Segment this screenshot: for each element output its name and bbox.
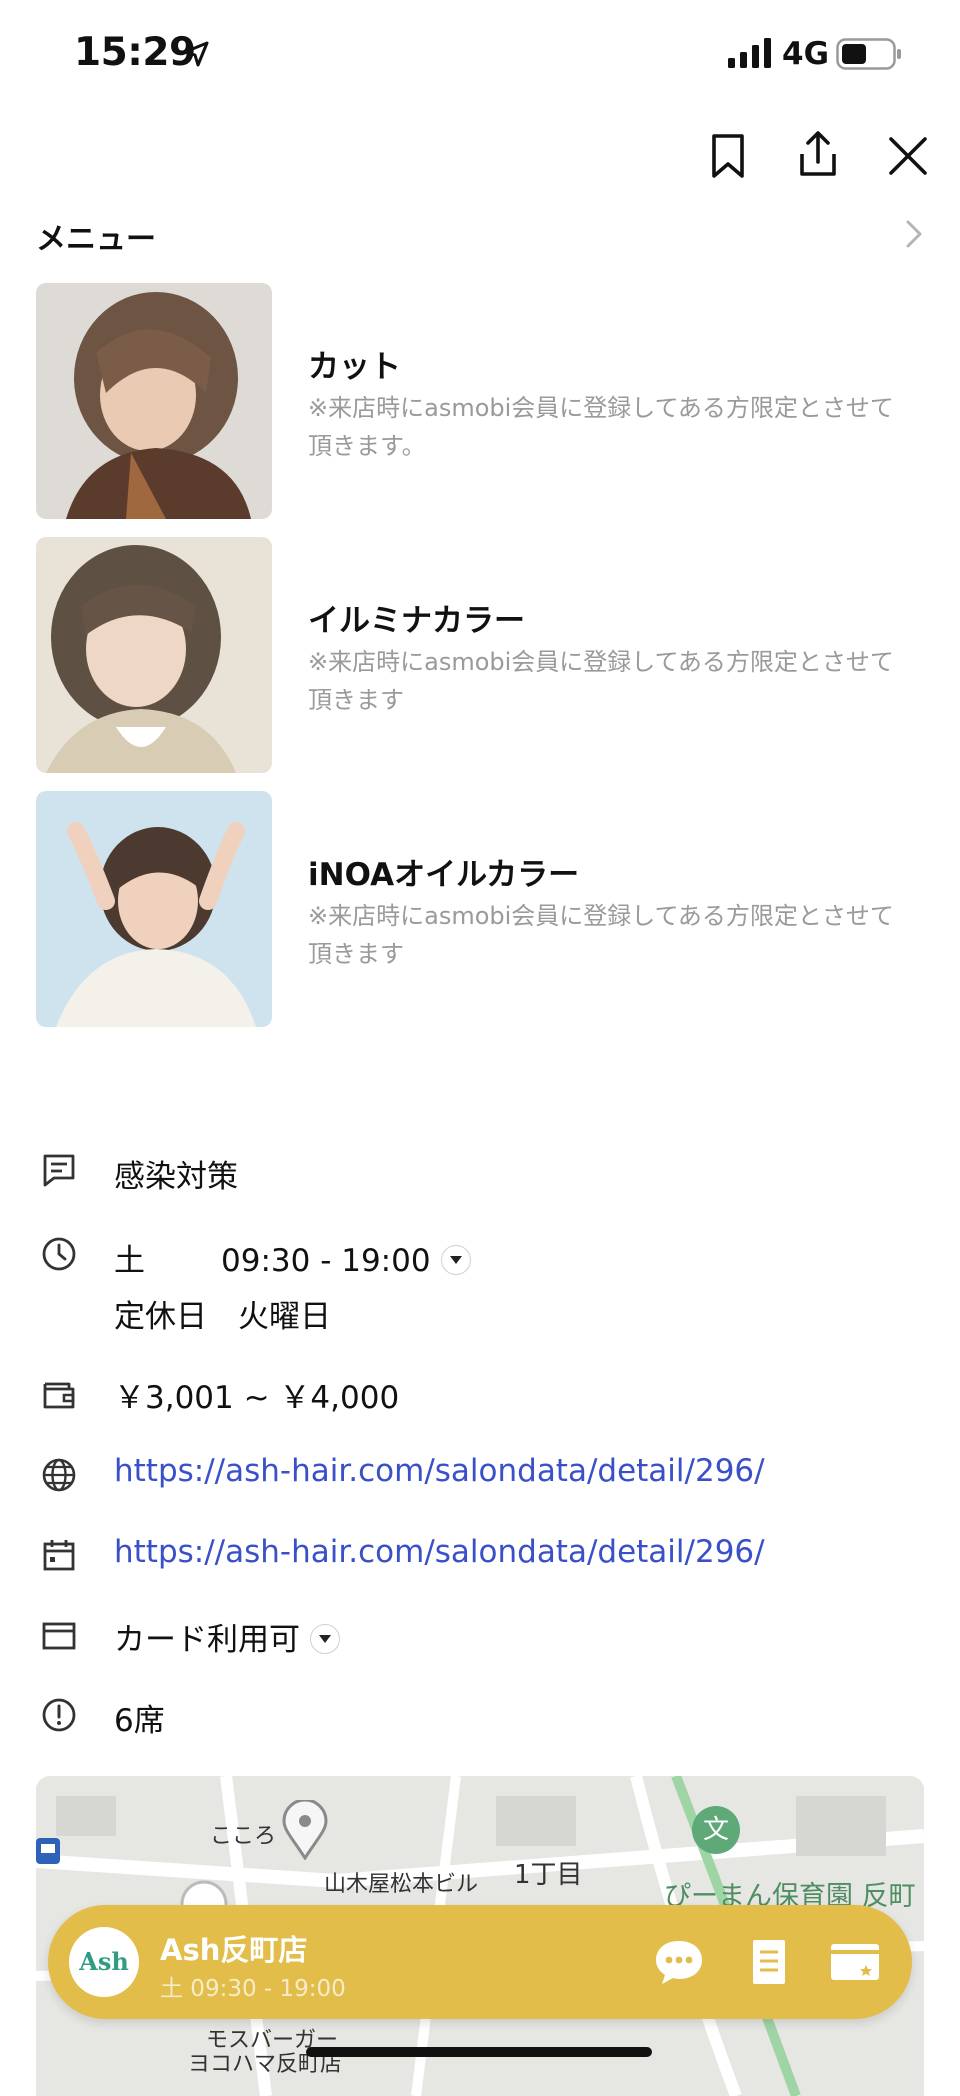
menu-item-description: ※来店時にasmobi会員に登録してある方限定とさせて頂きます xyxy=(308,648,894,714)
menu-item-name: カット xyxy=(308,349,401,385)
infection-control-text: 感染対策 xyxy=(114,1159,238,1195)
shop-name: Ash反町店 xyxy=(160,1933,308,1967)
payment-line[interactable]: カード利用可 xyxy=(114,1614,340,1659)
shop-logo: Ash xyxy=(69,1927,139,1997)
credit-card-icon xyxy=(42,1622,76,1650)
menu-item-thumbnail xyxy=(36,283,272,519)
website-link[interactable]: https://ash-hair.com/salondata/detail/29… xyxy=(114,1453,765,1489)
menu-item-thumbnail xyxy=(36,537,272,773)
clock-icon xyxy=(42,1237,76,1271)
closed-day-text: 定休日 火曜日 xyxy=(114,1299,331,1335)
status-time: 15:29 xyxy=(74,30,196,75)
menu-item[interactable]: iNOAオイルカラー ※来店時にasmobi会員に登録してある方限定とさせて頂き… xyxy=(36,791,926,1027)
menu-item-description: ※来店時にasmobi会員に登録してある方限定とさせて頂きます xyxy=(308,902,894,968)
shop-logo-text: Ash xyxy=(79,1947,129,1976)
battery-icon xyxy=(836,38,901,70)
home-indicator xyxy=(306,2047,652,2057)
menu-section-title: メニュー xyxy=(36,222,156,257)
chat-icon[interactable] xyxy=(650,1933,708,1991)
alert-circle-icon xyxy=(42,1698,76,1732)
wallet-icon xyxy=(43,1382,75,1409)
network-type: 4G xyxy=(782,36,830,72)
bus-stop-icon xyxy=(36,1838,60,1864)
menu-item-thumbnail xyxy=(36,791,272,1027)
shop-bar[interactable]: Ash Ash反町店 土 09:30 - 19:00 xyxy=(48,1905,912,2019)
menu-list-icon[interactable] xyxy=(740,1933,798,1991)
hours-line[interactable]: 土 09:30 - 19:00 xyxy=(114,1235,471,1280)
hours-day: 土 xyxy=(114,1243,145,1279)
calendar-icon xyxy=(43,1540,75,1571)
menu-item[interactable]: イルミナカラー ※来店時にasmobi会員に登録してある方限定とさせて頂きます xyxy=(36,537,926,773)
bookmark-icon[interactable] xyxy=(700,128,756,184)
menu-item[interactable]: カット ※来店時にasmobi会員に登録してある方限定とさせて頂きます。 xyxy=(36,283,926,519)
chevron-down-icon[interactable] xyxy=(440,1244,471,1275)
seats-text: 6席 xyxy=(114,1703,165,1739)
menu-item-name: iNOAオイルカラー xyxy=(308,857,580,893)
price-range-text: ￥3,001 ~ ￥4,000 xyxy=(114,1380,400,1416)
payment-text: カード利用可 xyxy=(114,1622,300,1658)
close-icon[interactable] xyxy=(880,128,936,184)
map-pin-icon[interactable] xyxy=(282,1800,328,1860)
message-square-icon xyxy=(43,1154,75,1187)
hours-time: 09:30 - 19:00 xyxy=(221,1243,431,1279)
menu-item-description: ※来店時にasmobi会員に登録してある方限定とさせて頂きます。 xyxy=(308,394,894,460)
globe-icon xyxy=(42,1458,76,1492)
map-label: 山木屋松本ビル xyxy=(324,1872,479,1897)
map-label: 1丁目 xyxy=(514,1860,583,1890)
location-arrow-icon xyxy=(183,41,209,67)
menu-item-name: イルミナカラー xyxy=(308,603,525,639)
share-icon[interactable] xyxy=(790,128,846,184)
signal-icon xyxy=(728,38,771,68)
chevron-right-icon[interactable] xyxy=(894,214,934,254)
chevron-down-icon[interactable] xyxy=(310,1623,340,1654)
school-icon: 文 xyxy=(692,1806,740,1854)
coupon-card-icon[interactable] xyxy=(826,1933,884,1991)
reservation-link[interactable]: https://ash-hair.com/salondata/detail/29… xyxy=(114,1534,765,1570)
map-label: こころ xyxy=(210,1824,277,1849)
shop-hours: 土 09:30 - 19:00 xyxy=(160,1976,346,2002)
